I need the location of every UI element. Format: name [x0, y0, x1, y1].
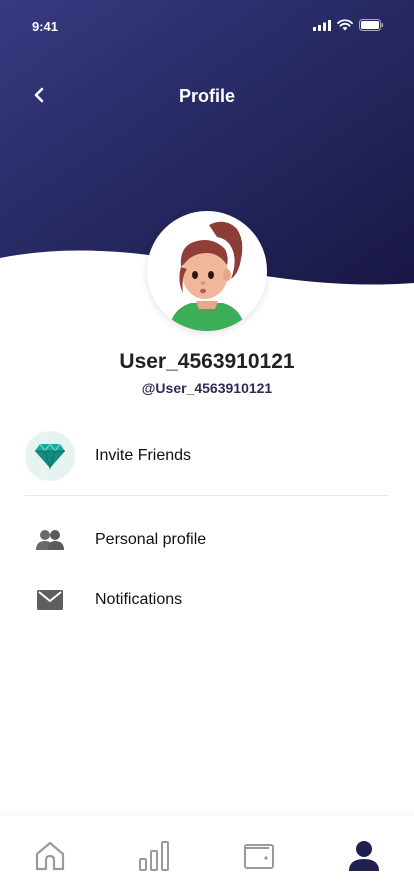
tab-profile[interactable] [346, 838, 382, 874]
menu-item-notifications[interactable]: Notifications [25, 575, 389, 625]
users-icon-wrap [25, 515, 75, 565]
diamond-icon [35, 443, 65, 470]
status-bar: 9:41 [0, 0, 414, 54]
tab-home[interactable] [32, 838, 68, 874]
battery-icon [359, 19, 384, 31]
menu-item-invite-friends[interactable]: Invite Friends [25, 431, 389, 481]
avatar-illustration [169, 221, 245, 331]
mail-icon-wrap [25, 575, 75, 625]
divider [25, 495, 389, 496]
bar-chart-icon [139, 841, 169, 871]
signal-icon [313, 19, 331, 31]
user-icon [349, 841, 379, 871]
status-time: 9:41 [32, 19, 59, 34]
status-icons [313, 19, 384, 31]
users-icon [36, 530, 64, 550]
menu-item-label: Notifications [95, 591, 183, 608]
menu-item-personal-profile[interactable]: Personal profile [25, 515, 389, 565]
home-icon [35, 841, 65, 871]
page-title: Profile [178, 86, 235, 106]
mail-icon [37, 590, 63, 610]
menu-item-label: Personal profile [95, 531, 207, 548]
wallet-icon [244, 844, 274, 869]
user-handle: @User_4563910121 [141, 380, 273, 396]
bottom-tab-bar [0, 816, 414, 896]
wifi-icon [337, 19, 353, 31]
avatar[interactable] [147, 211, 267, 331]
tab-wallet[interactable] [241, 838, 277, 874]
diamond-icon-badge [25, 431, 75, 481]
menu-item-label: Invite Friends [95, 447, 192, 464]
tab-stats[interactable] [136, 838, 172, 874]
user-display-name: User_4563910121 [119, 350, 295, 373]
